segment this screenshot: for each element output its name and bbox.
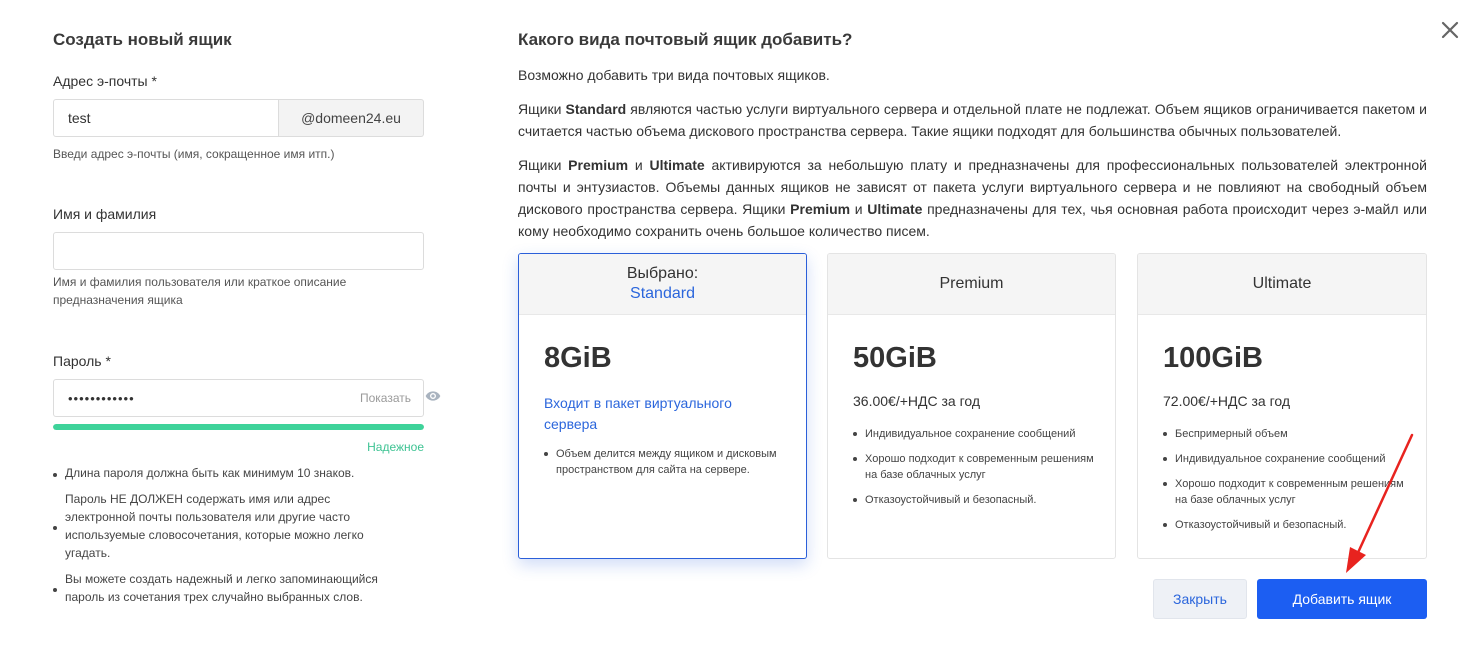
plan-selected-label: Выбрано: <box>626 265 699 282</box>
plan-feature: Объем делится между ящиком и дисковым пр… <box>544 446 794 478</box>
mailbox-type-section: Какого вида почтовый ящик добавить? Возм… <box>518 30 1427 559</box>
plan-feature: Индивидуальное сохранение сообщений <box>853 426 1103 442</box>
name-field[interactable] <box>53 232 424 270</box>
close-icon[interactable] <box>1440 20 1460 40</box>
close-button[interactable]: Закрыть <box>1153 579 1247 619</box>
plan-price: 36.00€/+НДС за год <box>853 393 981 409</box>
plan-feature: Отказоустойчивый и безопасный. <box>853 492 1103 508</box>
email-label: Адрес э-почты * <box>53 73 157 89</box>
plan-card-premium[interactable]: Premium 50GiB 36.00€/+НДС за год Индивид… <box>827 253 1116 559</box>
email-domain: @domeen24.eu <box>279 99 424 137</box>
email-hint: Введи адрес э-почты (имя, сокращенное им… <box>53 147 335 161</box>
plan-name: Standard <box>630 285 695 302</box>
form-title: Создать новый ящик <box>53 30 232 49</box>
plan-size: 100GiB <box>1163 342 1263 374</box>
add-mailbox-button[interactable]: Добавить ящик <box>1257 579 1427 619</box>
intro-text: Возможно добавить три вида почтовых ящик… <box>518 67 830 83</box>
password-label: Пароль * <box>53 353 111 369</box>
name-label: Имя и фамилия <box>53 206 157 222</box>
plan-price: Входит в пакет виртуального сервера <box>544 395 732 432</box>
standard-description: Ящики Standard являются частью услуги ви… <box>518 101 1427 139</box>
plan-card-header: Выбрано: Standard <box>519 254 806 315</box>
section-title: Какого вида почтовый ящик добавить? <box>518 30 853 49</box>
create-mailbox-form: Создать новый ящик Адрес э-почты * test … <box>53 30 441 604</box>
password-strength-label: Надежное <box>367 440 424 454</box>
password-rule: Длина пароля должна быть как минимум 10 … <box>53 464 398 482</box>
plan-name: Premium <box>939 275 1004 292</box>
name-hint: Имя и фамилия пользователя или краткое о… <box>53 275 347 307</box>
plan-features: Индивидуальное сохранение сообщений Хоро… <box>853 426 1103 517</box>
arrow-annotation <box>1346 433 1414 573</box>
password-rule: Вы можете создать надежный и легко запом… <box>53 570 398 606</box>
password-rules: Длина пароля должна быть как минимум 10 … <box>53 464 398 614</box>
show-password-link[interactable]: Показать <box>360 391 411 405</box>
plan-price: 72.00€/+НДС за год <box>1163 393 1291 409</box>
email-field[interactable]: test <box>53 99 279 137</box>
password-strength-bar <box>53 424 424 430</box>
password-rule: Пароль НЕ ДОЛЖЕН содержать имя или адрес… <box>53 490 398 562</box>
plan-size: 8GiB <box>544 342 612 374</box>
premium-description: Ящики Premium и Ultimate активируются за… <box>518 157 1427 239</box>
password-value: •••••••••••• <box>68 390 135 406</box>
email-row: test @domeen24.eu <box>53 99 424 137</box>
password-field[interactable]: •••••••••••• Показать <box>53 379 424 417</box>
eye-icon[interactable] <box>425 388 441 404</box>
plan-feature: Хорошо подходит к современным решениям н… <box>853 451 1103 483</box>
plan-card-standard[interactable]: Выбрано: Standard 8GiB Входит в пакет ви… <box>518 253 807 559</box>
plan-card-header: Premium <box>828 254 1115 315</box>
plan-size: 50GiB <box>853 342 937 374</box>
password-strength-fill <box>53 424 424 430</box>
plan-features: Объем делится между ящиком и дисковым пр… <box>544 446 794 487</box>
plan-card-header: Ultimate <box>1138 254 1426 315</box>
plan-cards: Выбрано: Standard 8GiB Входит в пакет ви… <box>518 253 1427 559</box>
plan-name: Ultimate <box>1252 275 1312 292</box>
